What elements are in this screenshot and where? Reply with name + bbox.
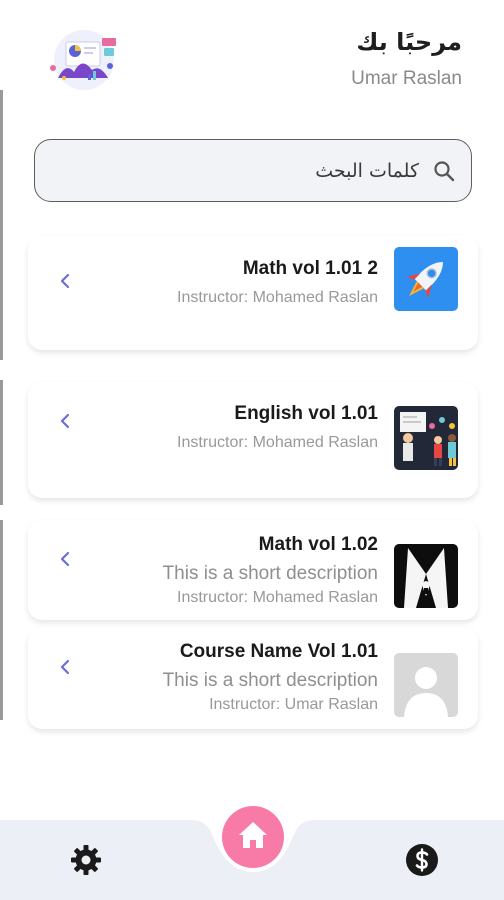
course-description: This is a short description [162, 563, 378, 584]
left-edge-divider [0, 90, 3, 360]
course-info: Math vol 1.01 2 Instructor: Mohamed Rasl… [177, 258, 378, 307]
course-instructor: Instructor: Mohamed Raslan [177, 289, 378, 306]
home-button[interactable] [222, 806, 284, 868]
course-instructor: Instructor: Umar Raslan [209, 696, 378, 713]
course-info: Math vol 1.02 This is a short descriptio… [163, 534, 378, 607]
course-card[interactable]: English vol 1.01 Instructor: Mohamed Ras… [28, 382, 478, 498]
rocket-thumbnail [394, 247, 458, 311]
course-title: Math vol 1.02 [258, 534, 378, 555]
suit-thumbnail [394, 544, 458, 608]
course-title: Math vol 1.01 2 [242, 258, 378, 279]
course-title: English vol 1.01 [234, 403, 378, 424]
course-description: This is a short description [162, 670, 378, 691]
course-instructor: Instructor: Mohamed Raslan [177, 589, 378, 606]
placeholder-person-thumbnail [394, 653, 458, 717]
course-card[interactable]: Math vol 1.01 2 Instructor: Mohamed Rasl… [28, 236, 478, 350]
chevron-left-icon[interactable] [58, 272, 72, 290]
course-info: English vol 1.01 Instructor: Mohamed Ras… [177, 403, 378, 452]
classroom-thumbnail [394, 406, 458, 470]
course-card[interactable]: Math vol 1.02 This is a short descriptio… [28, 520, 478, 620]
course-info: Course Name Vol 1.01 This is a short des… [163, 641, 378, 714]
user-name: Umar Raslan [351, 68, 462, 89]
profile-illustration[interactable] [44, 26, 124, 90]
home-icon [237, 820, 269, 855]
left-edge-divider [0, 520, 3, 720]
greeting-title: مرحبًا بك [356, 28, 462, 56]
gear-icon[interactable] [68, 842, 104, 878]
course-card[interactable]: Course Name Vol 1.01 This is a short des… [28, 628, 478, 729]
course-title: Course Name Vol 1.01 [179, 641, 378, 662]
course-instructor: Instructor: Mohamed Raslan [177, 434, 378, 451]
bottom-navigation [0, 806, 504, 900]
chevron-left-icon[interactable] [58, 550, 72, 568]
search-icon[interactable] [431, 158, 457, 184]
header: مرحبًا بك Umar Raslan [0, 20, 504, 100]
search-field[interactable]: كلمات البحث [34, 139, 472, 202]
chevron-left-icon[interactable] [58, 658, 72, 676]
search-input[interactable]: كلمات البحث [315, 160, 419, 182]
left-edge-divider [0, 380, 3, 505]
dollar-icon[interactable] [404, 842, 440, 878]
chevron-left-icon[interactable] [58, 412, 72, 430]
